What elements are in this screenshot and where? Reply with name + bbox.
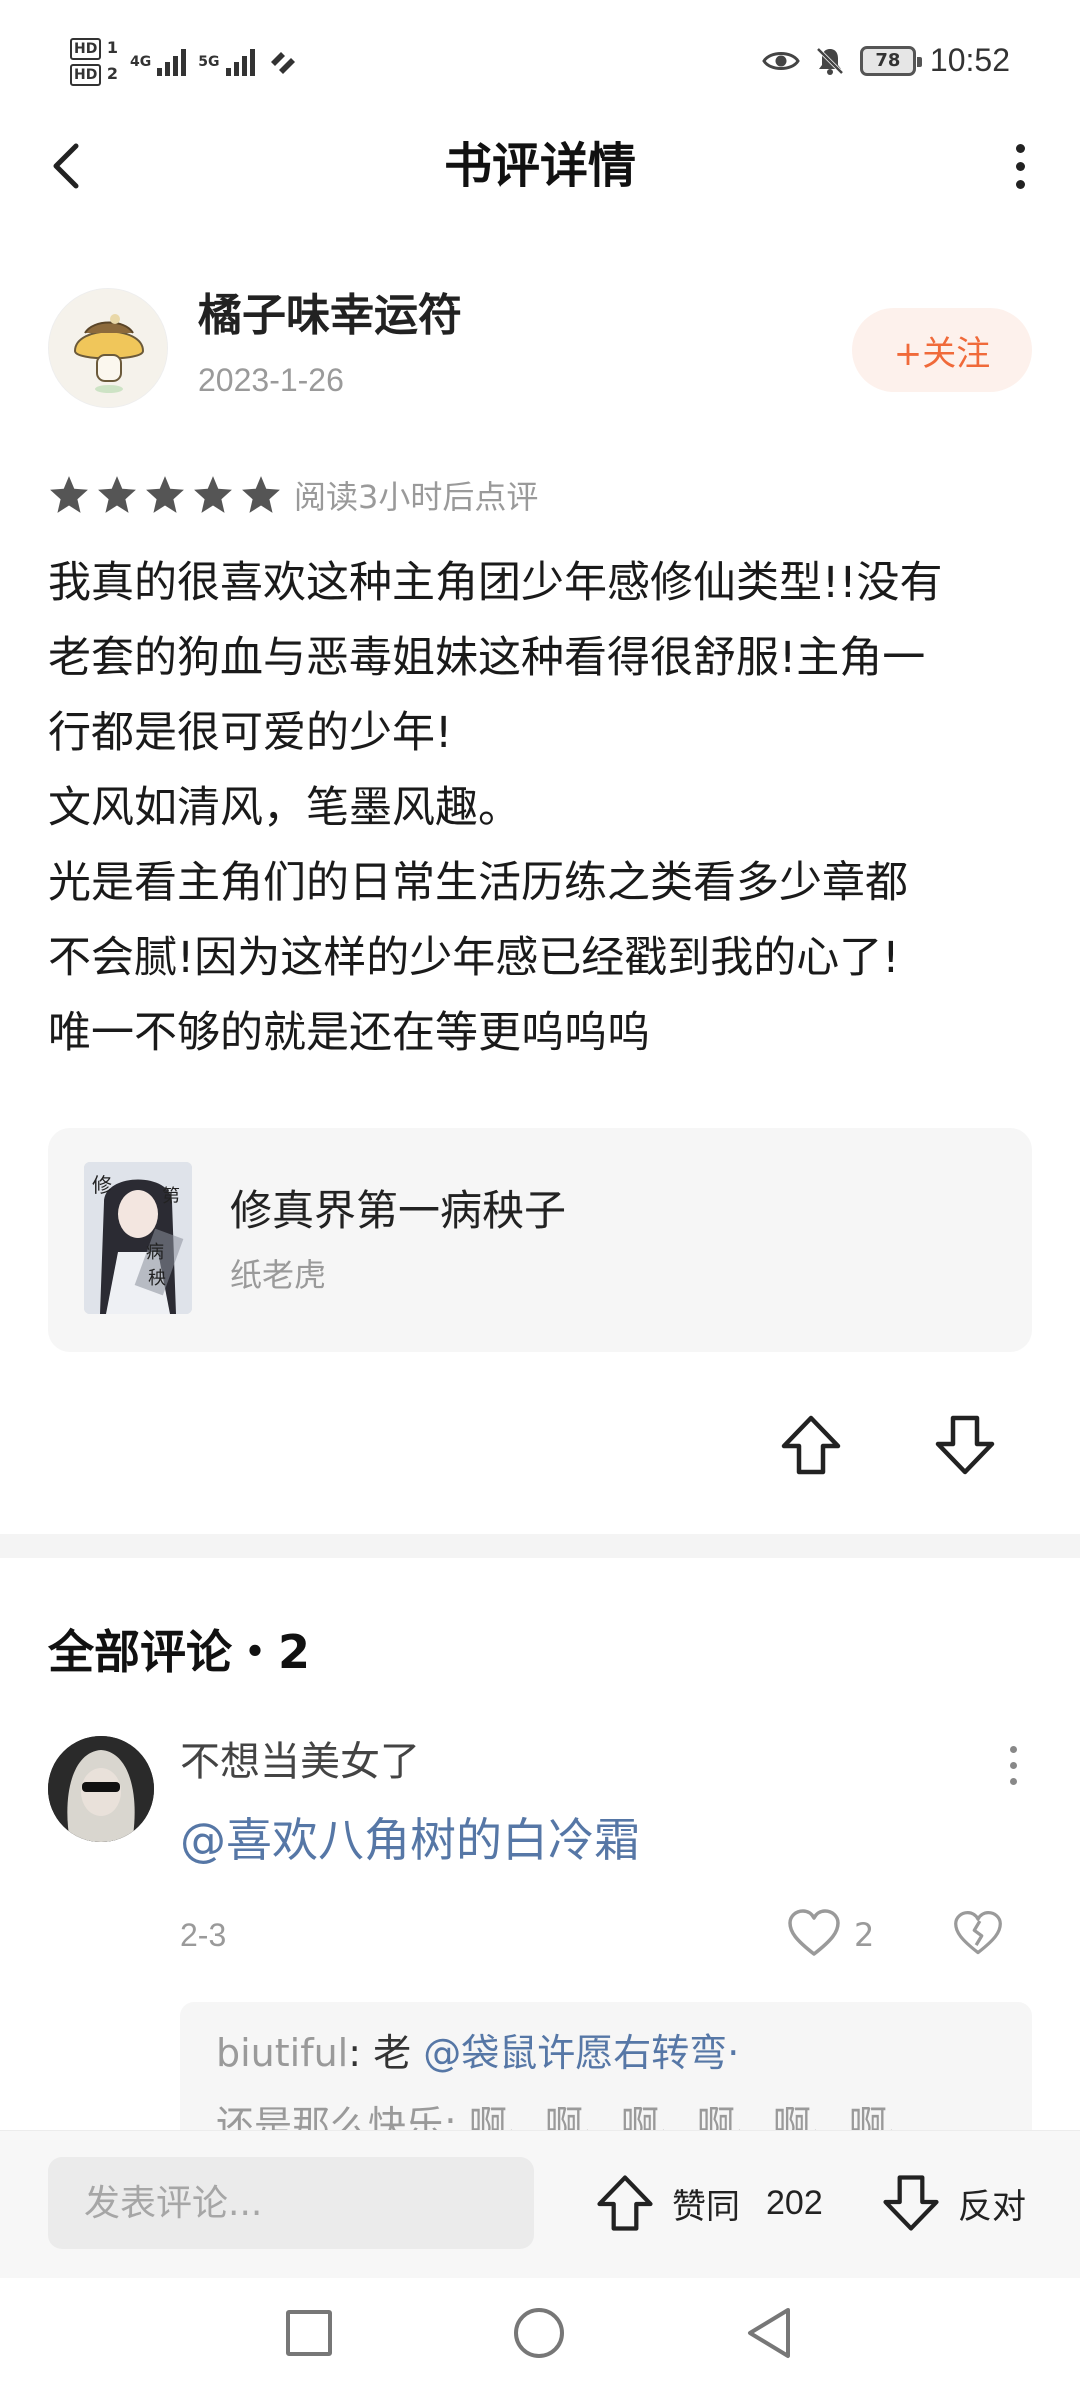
- svg-text:秧: 秧: [148, 1268, 166, 1289]
- commenter-name[interactable]: 不想当美女了: [180, 1736, 420, 1788]
- triangle-back-icon: [748, 2308, 790, 2358]
- review-line: 不会腻!因为这样的少年感已经戳到我的心了!: [48, 933, 900, 983]
- reply-separator: :: [348, 2031, 374, 2075]
- review-line: 唯一不够的就是还在等更呜呜呜: [48, 1008, 650, 1058]
- battery-level: 78: [875, 50, 901, 71]
- review-line: 老套的狗血与恶毒姐妹这种看得很舒服!主角一: [48, 633, 926, 683]
- agree-label: 赞同: [672, 2186, 740, 2227]
- arrow-up-icon: [781, 1415, 841, 1475]
- book-cover: 修 第 病 秧: [84, 1162, 192, 1314]
- svg-text:修: 修: [92, 1173, 112, 1197]
- more-dot-icon: [1015, 143, 1025, 153]
- system-back-button[interactable]: [744, 2306, 794, 2360]
- star-icon: [50, 476, 88, 513]
- reviewer-avatar[interactable]: [48, 288, 168, 408]
- mushroom-avatar-icon: [49, 289, 167, 407]
- oppose-button[interactable]: 反对: [878, 2161, 1026, 2245]
- broken-heart-icon: [954, 1911, 1002, 1955]
- more-dot-icon: [1015, 179, 1025, 189]
- review-line: 行都是很可爱的少年!: [48, 708, 453, 758]
- bottom-action-bar: 赞同 202 反对: [0, 2130, 1080, 2278]
- book-cover-illustration: 修 第 病 秧: [84, 1162, 192, 1314]
- review-text: 我真的很喜欢这种主角团少年感修仙类型!!没有 老套的狗血与恶毒姐妹这种看得很舒服…: [48, 546, 1038, 1071]
- home-button[interactable]: [514, 2308, 564, 2358]
- comment-date: 2-3: [180, 1917, 227, 1953]
- star-icon: [194, 476, 232, 513]
- arrow-up-icon: [597, 2175, 653, 2231]
- system-navigation-bar: [0, 2278, 1080, 2388]
- reply-user[interactable]: biutiful: [216, 2031, 348, 2075]
- reply-line: biutiful: 老 @袋鼠许愿右转弯·: [216, 2028, 739, 2078]
- oppose-label: 反对: [958, 2186, 1026, 2227]
- heart-icon: [788, 1909, 840, 1956]
- book-title: 修真界第一病秧子: [230, 1186, 567, 1235]
- star-icon: [242, 476, 280, 513]
- comment-dislike-button[interactable]: [952, 1908, 1004, 1960]
- hd-1-icon: HD 1: [70, 38, 118, 60]
- review-line: 文风如清风，笔墨风趣。: [48, 783, 521, 833]
- arrow-down-icon: [883, 2175, 939, 2231]
- rating-note: 阅读3小时后点评: [294, 478, 539, 516]
- more-dot-icon: [1015, 161, 1025, 171]
- follow-button[interactable]: +关注: [852, 308, 1032, 392]
- comment-more-button[interactable]: [998, 1740, 1028, 1790]
- book-author: 纸老虎: [230, 1256, 327, 1294]
- battery-icon: 78: [859, 45, 922, 76]
- arrow-down-icon: [935, 1415, 995, 1475]
- hd-indicators: HD 1 HD 2: [70, 38, 118, 86]
- star-icon: [146, 476, 184, 513]
- network-1-label: 4G: [130, 54, 152, 70]
- review-date: 2023-1-26: [198, 362, 344, 398]
- more-dot-icon: [1009, 1745, 1017, 1753]
- commenter-avatar-image: [48, 1736, 154, 1842]
- book-card[interactable]: 修 第 病 秧 修真界第一病秧子 纸老虎: [48, 1128, 1032, 1352]
- mute-bell-icon: [816, 47, 844, 75]
- status-bar-left: HD 1 HD 2 4G 5G: [70, 38, 299, 86]
- more-dot-icon: [1009, 1777, 1017, 1785]
- comment-like-button[interactable]: [786, 1908, 842, 1960]
- agree-count: 202: [766, 2183, 823, 2222]
- reply-prefix: 老: [373, 2031, 424, 2075]
- network-2-label: 5G: [198, 54, 220, 70]
- comment-input[interactable]: [48, 2157, 534, 2249]
- rating-stars: [48, 474, 282, 516]
- agree-button[interactable]: 赞同 202: [592, 2161, 823, 2245]
- page-title: 书评详情: [443, 138, 636, 194]
- data-saver-icon: [270, 52, 295, 74]
- signal-2-icon: [225, 48, 255, 76]
- comments-header: 全部评论・2: [48, 1625, 311, 1679]
- signal-1-icon: [157, 48, 187, 76]
- status-bar-right: 78 10:52: [762, 42, 1010, 79]
- reviewer-name[interactable]: 橘子味幸运符: [198, 288, 462, 344]
- review-line: 我真的很喜欢这种主角团少年感修仙类型!!没有: [48, 558, 943, 608]
- more-options-button[interactable]: [1000, 136, 1040, 196]
- section-divider: [0, 1534, 1080, 1558]
- review-line: 光是看主角们的日常生活历练之类看多少章都: [48, 858, 908, 908]
- comment-mention[interactable]: @喜欢八角树的白冷霜: [180, 1810, 640, 1870]
- hd-2-icon: HD 2: [70, 64, 118, 86]
- svg-text:第: 第: [162, 1186, 180, 1207]
- downvote-review-button[interactable]: [930, 1410, 1000, 1480]
- svg-text:病: 病: [146, 1242, 164, 1263]
- more-dot-icon: [1009, 1761, 1017, 1769]
- commenter-avatar[interactable]: [48, 1736, 154, 1842]
- comment-like-count: 2: [854, 1916, 875, 1954]
- upvote-review-button[interactable]: [776, 1410, 846, 1480]
- star-icon: [98, 476, 136, 513]
- status-bar: HD 1 HD 2 4G 5G 78 10:52: [0, 0, 1080, 130]
- eye-icon: [762, 51, 800, 70]
- recent-apps-button[interactable]: [286, 2310, 332, 2356]
- reply-mention[interactable]: @袋鼠许愿右转弯·: [423, 2031, 739, 2075]
- clock: 10:52: [929, 42, 1010, 78]
- top-app-bar: 书评详情: [0, 120, 1080, 216]
